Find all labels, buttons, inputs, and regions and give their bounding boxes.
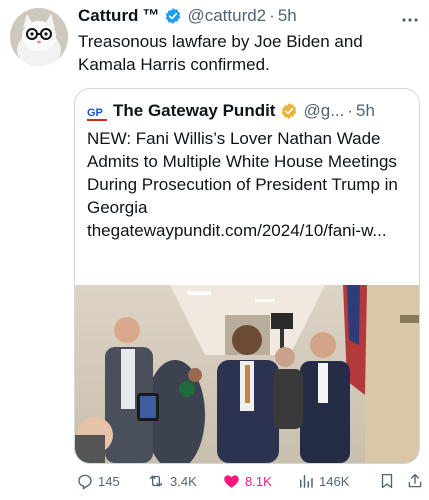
repost-button[interactable]: 3.4K (146, 472, 197, 490)
tweet-header: Catturd ™ @catturd2 · 5h (78, 4, 419, 28)
repost-icon (149, 475, 163, 487)
share-button[interactable] (406, 472, 424, 490)
separator-dot: · (269, 6, 275, 25)
tweet-timestamp[interactable]: 5h (278, 6, 297, 26)
reply-icon (78, 474, 92, 490)
like-count: 8.1K (245, 473, 272, 489)
quoted-timestamp[interactable]: 5h (356, 101, 375, 121)
author-avatar[interactable] (10, 8, 68, 66)
separator-dot: · (347, 101, 354, 120)
view-count: 146K (319, 473, 350, 489)
quoted-tweet-header: GP The Gateway Pundit @g... · 5h (87, 99, 409, 123)
cat-with-glasses-avatar-image (10, 8, 68, 66)
quoted-tweet-card[interactable]: GP The Gateway Pundit @g... · 5h NEW: Fa… (74, 88, 420, 464)
share-icon (408, 473, 422, 488)
reply-count: 145 (98, 473, 120, 489)
hallway-press-photo (75, 285, 419, 463)
repost-count: 3.4K (170, 473, 197, 489)
verified-badge-icon (164, 7, 182, 25)
bookmark-button[interactable] (378, 472, 396, 490)
reply-button[interactable]: 145 (76, 472, 120, 490)
tweet-text: Treasonous lawfare by Joe Biden and Kama… (78, 32, 363, 74)
verified-badge-icon (280, 102, 298, 120)
gateway-pundit-logo: GP (87, 101, 107, 121)
quoted-tweet-photo[interactable] (75, 285, 419, 463)
author-handle[interactable]: @catturd2 (187, 6, 266, 26)
author-name[interactable]: Catturd (78, 6, 138, 26)
quoted-tweet-text: NEW: Fani Willis’s Lover Nathan Wade Adm… (87, 129, 398, 240)
quoted-author-name[interactable]: The Gateway Pundit (113, 101, 275, 121)
views-chart-icon (300, 475, 313, 488)
bookmark-icon (381, 473, 393, 489)
like-button[interactable]: 8.1K (222, 472, 272, 490)
trademark-symbol: ™ (142, 6, 160, 25)
more-dots-icon[interactable] (401, 10, 419, 28)
heart-icon (224, 475, 239, 488)
quoted-author-handle[interactable]: @g... (303, 101, 344, 121)
tweet-action-bar: 145 3.4K 8.1K 146K (76, 468, 424, 494)
views-button[interactable]: 146K (297, 472, 349, 490)
